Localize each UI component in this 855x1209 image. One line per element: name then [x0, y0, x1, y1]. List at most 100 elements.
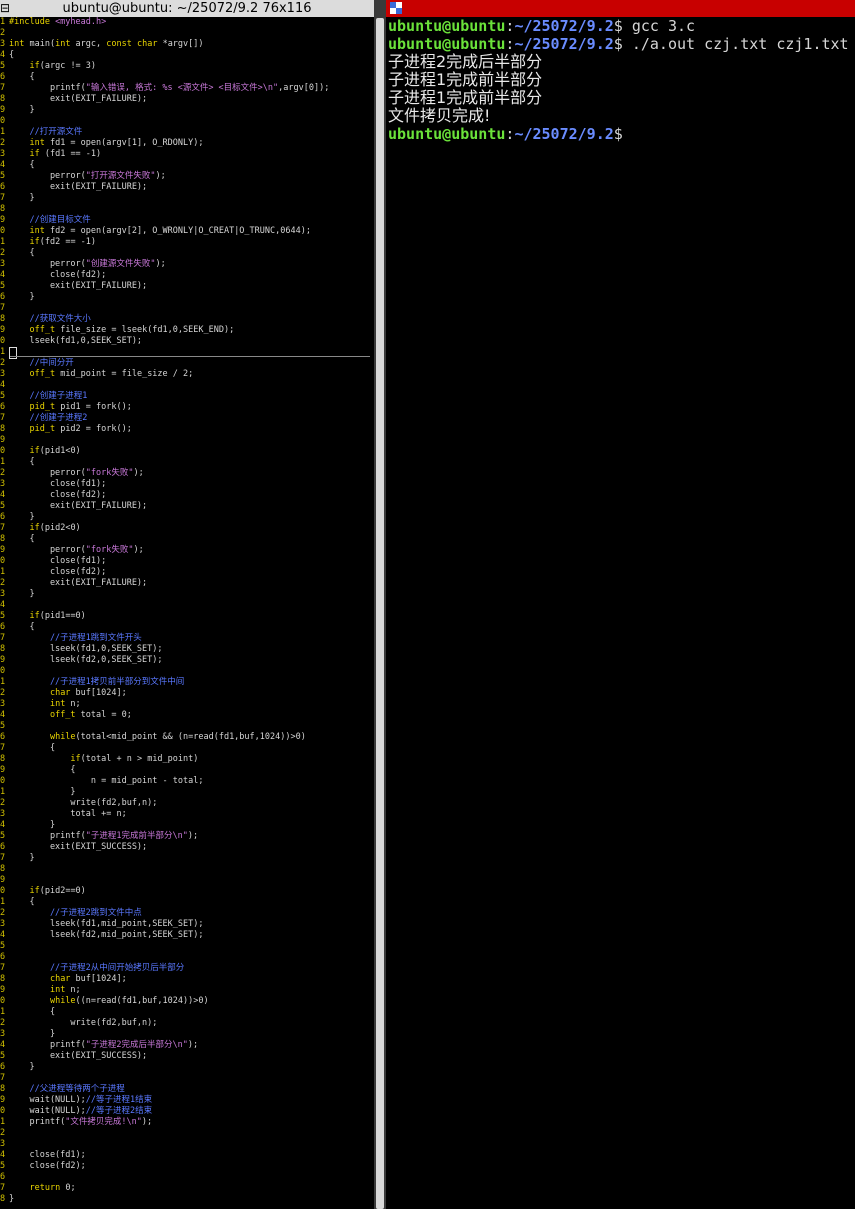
code-line[interactable]: 6 { — [0, 622, 374, 633]
code-line[interactable]: 1 #include <myhead.h> — [0, 17, 374, 28]
code-line[interactable]: 6 pid_t pid1 = fork(); — [0, 402, 374, 413]
code-line[interactable]: 1 //子进程1拷贝前半部分到文件中间 — [0, 677, 374, 688]
code-line[interactable]: 1 //打开源文件 — [0, 127, 374, 138]
code-line[interactable]: 5 exit(EXIT_SUCCESS); — [0, 1051, 374, 1062]
scrollbar-thumb[interactable] — [376, 18, 384, 1209]
code-line[interactable]: 0 close(fd1); — [0, 556, 374, 567]
code-line[interactable]: 8 exit(EXIT_FAILURE); — [0, 94, 374, 105]
code-line[interactable]: 4 { — [0, 160, 374, 171]
code-line[interactable]: 0 wait(NULL);//等子进程2结束 — [0, 1106, 374, 1117]
code-line[interactable]: 1 close(fd2); — [0, 567, 374, 578]
code-line[interactable]: 0 if(pid2==0) — [0, 886, 374, 897]
code-line[interactable]: 6 { — [0, 72, 374, 83]
code-line[interactable]: 4 close(fd2); — [0, 490, 374, 501]
code-line[interactable]: 3 if (fd1 == -1) — [0, 149, 374, 160]
code-line[interactable]: 0 if(pid1<0) — [0, 446, 374, 457]
code-line[interactable]: 2 char buf[1024]; — [0, 688, 374, 699]
terminal-window[interactable]: ubuntu@ubuntu:~/25072/9.2$ gcc 3.c ubuntu… — [386, 0, 855, 1209]
code-line[interactable]: 8 //父进程等待两个子进程 — [0, 1084, 374, 1095]
code-line[interactable]: 8 lseek(fd1,0,SEEK_SET); — [0, 644, 374, 655]
code-line[interactable]: 5 if(pid1==0) — [0, 611, 374, 622]
code-line[interactable]: 9 } — [0, 105, 374, 116]
code-line[interactable]: 2 { — [0, 248, 374, 259]
code-line[interactable]: 4 — [0, 380, 374, 391]
code-line[interactable]: 7 return 0; — [0, 1183, 374, 1194]
code-line[interactable]: 3 total += n; — [0, 809, 374, 820]
code-line[interactable]: 0 while((n=read(fd1,buf,1024))>0) — [0, 996, 374, 1007]
code-line[interactable]: 7 — [0, 303, 374, 314]
code-line[interactable]: 7 if(pid2<0) — [0, 523, 374, 534]
code-line[interactable]: 1 { — [0, 457, 374, 468]
code-line[interactable]: 1 { — [0, 1007, 374, 1018]
code-line[interactable]: 0 int fd2 = open(argv[2], O_WRONLY|O_CRE… — [0, 226, 374, 237]
code-line[interactable]: 8 //获取文件大小 — [0, 314, 374, 325]
code-line[interactable]: 3 } — [0, 1029, 374, 1040]
code-line[interactable]: 3 lseek(fd1,mid_point,SEEK_SET); — [0, 919, 374, 930]
code-line[interactable]: 6 — [0, 1172, 374, 1183]
code-line[interactable]: 0 — [0, 116, 374, 127]
code-line[interactable]: 5 perror("打开源文件失败"); — [0, 171, 374, 182]
code-line[interactable]: 7 { — [0, 743, 374, 754]
code-line[interactable]: 5 — [0, 721, 374, 732]
code-line[interactable]: 3 off_t mid_point = file_size / 2; — [0, 369, 374, 380]
code-line[interactable]: 6 } — [0, 512, 374, 523]
code-line[interactable]: 2 perror("fork失败"); — [0, 468, 374, 479]
code-line[interactable]: 7 } — [0, 193, 374, 204]
vim-editor-window[interactable]: ⊟ ubuntu@ubuntu: ~/25072/9.2 76x116 1 #in… — [0, 0, 374, 1209]
code-line[interactable]: 7 //子进程2从中间开始拷贝后半部分 — [0, 963, 374, 974]
code-line[interactable]: 9 perror("fork失败"); — [0, 545, 374, 556]
code-line[interactable]: 1 printf("文件拷贝完成!\n"); — [0, 1117, 374, 1128]
code-line[interactable]: 4 off_t total = 0; — [0, 710, 374, 721]
terminal-output[interactable]: ubuntu@ubuntu:~/25072/9.2$ gcc 3.c ubuntu… — [388, 17, 849, 143]
code-line[interactable]: 8 — [0, 204, 374, 215]
code-line[interactable]: 6 } — [0, 292, 374, 303]
code-line[interactable]: 8} — [0, 1194, 374, 1205]
code-line[interactable]: 6 — [0, 952, 374, 963]
code-line[interactable]: 6 while(total<mid_point && (n=read(fd1,b… — [0, 732, 374, 743]
code-line[interactable]: 1 if(fd2 == -1) — [0, 237, 374, 248]
code-line[interactable]: 8 — [0, 864, 374, 875]
code-line[interactable]: 6 exit(EXIT_FAILURE); — [0, 182, 374, 193]
code-line[interactable]: 9 //创建目标文件 — [0, 215, 374, 226]
code-line[interactable]: 5 close(fd2); — [0, 1161, 374, 1172]
code-line[interactable]: 2 //子进程2跳到文件中点 — [0, 908, 374, 919]
code-line[interactable]: 2 — [0, 28, 374, 39]
code-line[interactable]: 7 //创建子进程2 — [0, 413, 374, 424]
code-line[interactable]: 5 if(argc != 3) — [0, 61, 374, 72]
code-line[interactable]: 2 //中间分开 — [0, 358, 374, 369]
code-line[interactable]: 3 — [0, 1139, 374, 1150]
code-line[interactable]: 9 — [0, 435, 374, 446]
code-line[interactable]: 6 exit(EXIT_SUCCESS); — [0, 842, 374, 853]
code-line[interactable]: 9 — [0, 875, 374, 886]
code-line[interactable]: 0 lseek(fd1,0,SEEK_SET); — [0, 336, 374, 347]
code-line[interactable]: 2 write(fd2,buf,n); — [0, 1018, 374, 1029]
code-line[interactable]: 8 char buf[1024]; — [0, 974, 374, 985]
code-line[interactable]: 5 printf("子进程1完成前半部分\n"); — [0, 831, 374, 842]
code-line[interactable]: 3 close(fd1); — [0, 479, 374, 490]
code-line[interactable]: 7 //子进程1跳到文件开头 — [0, 633, 374, 644]
code-line[interactable]: 9 int n; — [0, 985, 374, 996]
code-line[interactable]: 2 — [0, 1128, 374, 1139]
code-line[interactable]: 6 } — [0, 1062, 374, 1073]
code-line[interactable]: 5 //创建子进程1 — [0, 391, 374, 402]
code-line[interactable]: 7 — [0, 1073, 374, 1084]
code-area[interactable]: 1 #include <myhead.h> 2 3 int main(int argc,… — [0, 17, 374, 1209]
code-line[interactable]: 5 — [0, 941, 374, 952]
code-line[interactable]: 4 printf("子进程2完成后半部分\n"); — [0, 1040, 374, 1051]
code-line[interactable]: 4 close(fd1); — [0, 1150, 374, 1161]
code-line[interactable]: 8 if(total + n > mid_point) — [0, 754, 374, 765]
code-line[interactable]: 4 — [0, 600, 374, 611]
code-line[interactable]: 0 n = mid_point - total; — [0, 776, 374, 787]
code-line[interactable]: 4 } — [0, 820, 374, 831]
code-line[interactable]: 1 } — [0, 787, 374, 798]
code-line[interactable]: 3 } — [0, 589, 374, 600]
window-menu-icon[interactable]: ⊟ — [0, 0, 10, 17]
code-line[interactable]: 2 write(fd2,buf,n); — [0, 798, 374, 809]
code-line[interactable]: 9 { — [0, 765, 374, 776]
code-line[interactable]: 1 { — [0, 897, 374, 908]
code-line[interactable]: 9 wait(NULL);//等子进程1结束 — [0, 1095, 374, 1106]
code-line[interactable]: 8 { — [0, 534, 374, 545]
code-line[interactable]: 7 printf("输入错误, 格式: %s <源文件> <目标文件>\n",a… — [0, 83, 374, 94]
code-line[interactable]: 4{ — [0, 50, 374, 61]
code-line[interactable]: 9 lseek(fd2,0,SEEK_SET); — [0, 655, 374, 666]
